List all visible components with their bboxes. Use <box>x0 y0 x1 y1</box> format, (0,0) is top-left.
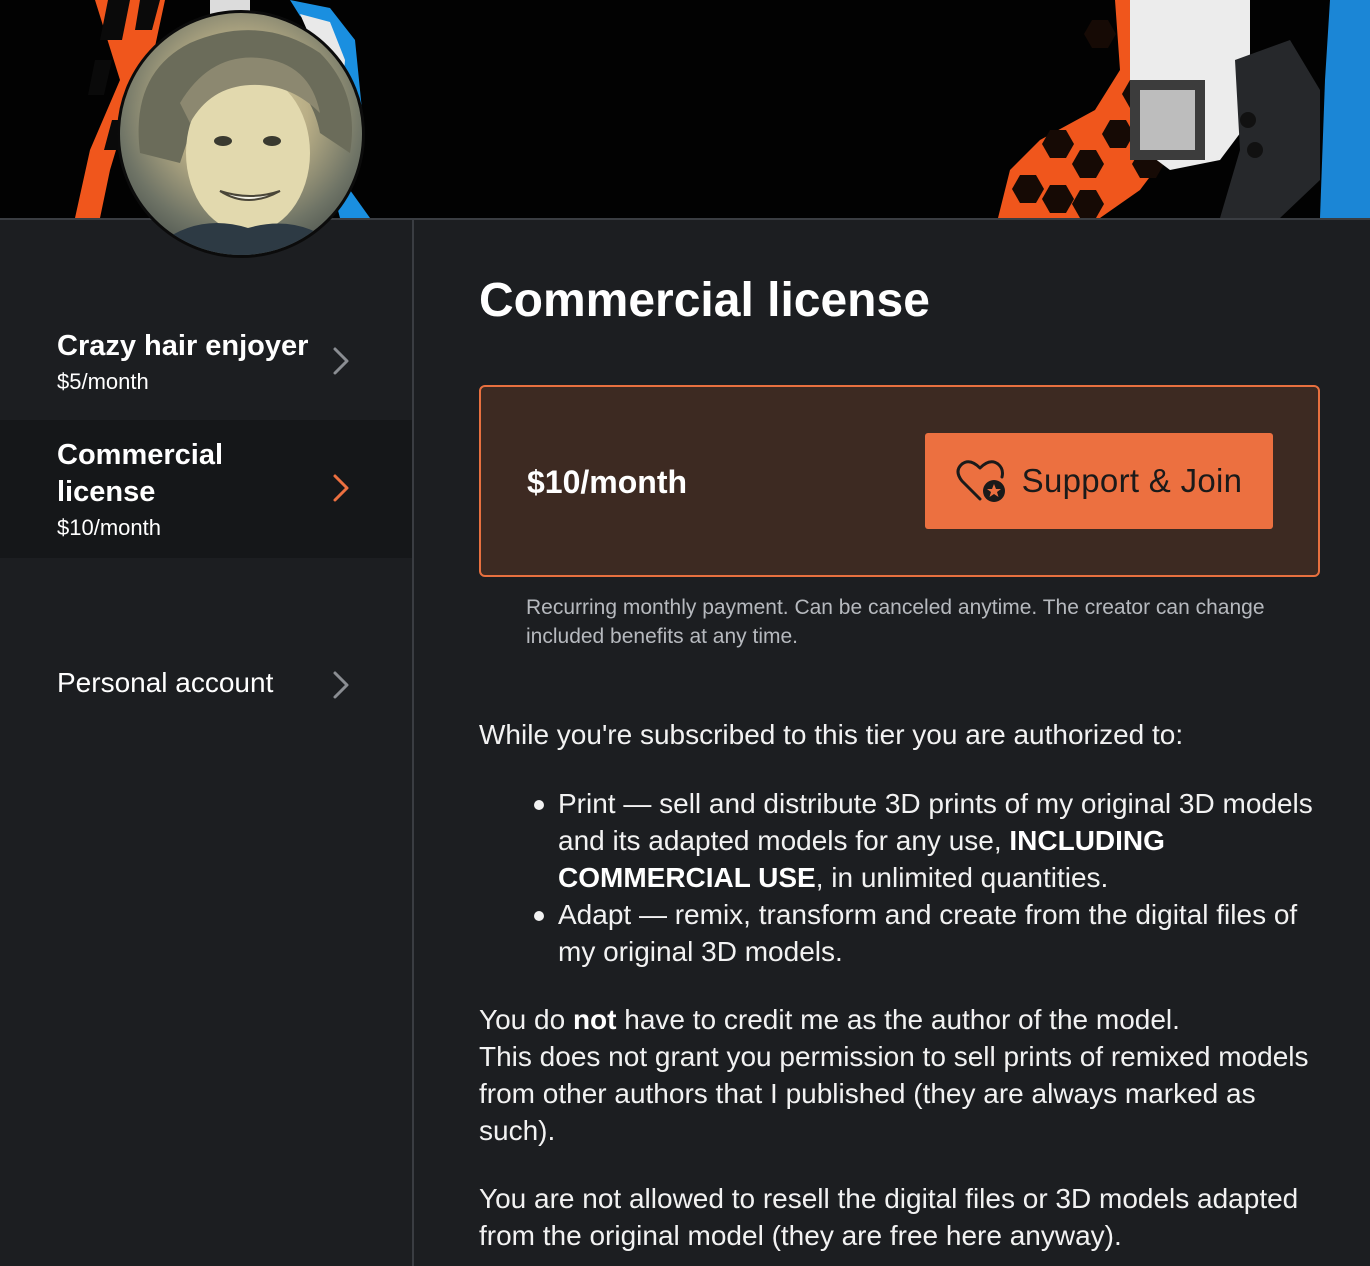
tier-price: $5/month <box>57 369 149 394</box>
authorization-intro: While you're subscribed to this tier you… <box>479 719 1184 750</box>
credit-paragraph: You do not have to credit me as the auth… <box>479 1001 1339 1149</box>
creator-avatar <box>117 10 365 258</box>
page-title: Commercial license <box>479 274 930 327</box>
chevron-right-icon <box>333 474 349 502</box>
benefit-print-text: Print — sell and distribute 3D prints of… <box>558 788 1313 856</box>
benefit-print: Print — sell and distribute 3D prints of… <box>534 785 1324 896</box>
tier-item-crazy-hair-enjoyer[interactable]: Crazy hair enjoyer $5/month <box>0 302 412 420</box>
benefit-adapt-text: Adapt — remix, transform and create from… <box>558 899 1298 967</box>
remix-note: This does not grant you permission to se… <box>479 1041 1309 1146</box>
credit-text-start: You do <box>479 1004 573 1035</box>
tier-sidebar: Crazy hair enjoyer $5/month Commercial l… <box>0 220 412 1266</box>
benefit-adapt: Adapt — remix, transform and create from… <box>534 896 1324 970</box>
tier-item-commercial-license[interactable]: Commercial license $10/month <box>0 420 412 558</box>
price-card: $10/month Support & Join <box>479 385 1320 577</box>
support-join-button[interactable]: Support & Join <box>925 433 1273 529</box>
credit-emphasis: not <box>572 1004 617 1035</box>
chevron-right-icon <box>333 347 349 375</box>
tier-name: Commercial license <box>57 439 224 508</box>
recurring-note: Recurring monthly payment. Can be cancel… <box>526 596 1265 648</box>
personal-account-link[interactable]: Personal account <box>0 650 412 720</box>
tier-price: $10/month <box>57 515 161 540</box>
tier-details: Commercial license $10/month Support & J… <box>414 220 1370 1266</box>
tier-name: Crazy hair enjoyer <box>57 330 309 362</box>
creator-avatar-image <box>138 30 352 255</box>
benefits-list: Print — sell and distribute 3D prints of… <box>534 785 1324 970</box>
cover-guitar-right-image <box>998 0 1370 218</box>
support-join-label: Support & Join <box>1021 462 1243 499</box>
benefit-print-text-end: , in unlimited quantities. <box>815 862 1109 893</box>
chevron-right-icon <box>333 671 349 699</box>
heart-star-icon <box>956 460 1005 502</box>
resell-paragraph: You are not allowed to resell the digita… <box>479 1183 1299 1251</box>
credit-text-end: have to credit me as the author of the m… <box>616 1004 1180 1035</box>
credit-line: You do not have to credit me as the auth… <box>479 1001 1339 1038</box>
personal-account-label: Personal account <box>57 667 274 698</box>
card-price: $10/month <box>527 464 688 500</box>
